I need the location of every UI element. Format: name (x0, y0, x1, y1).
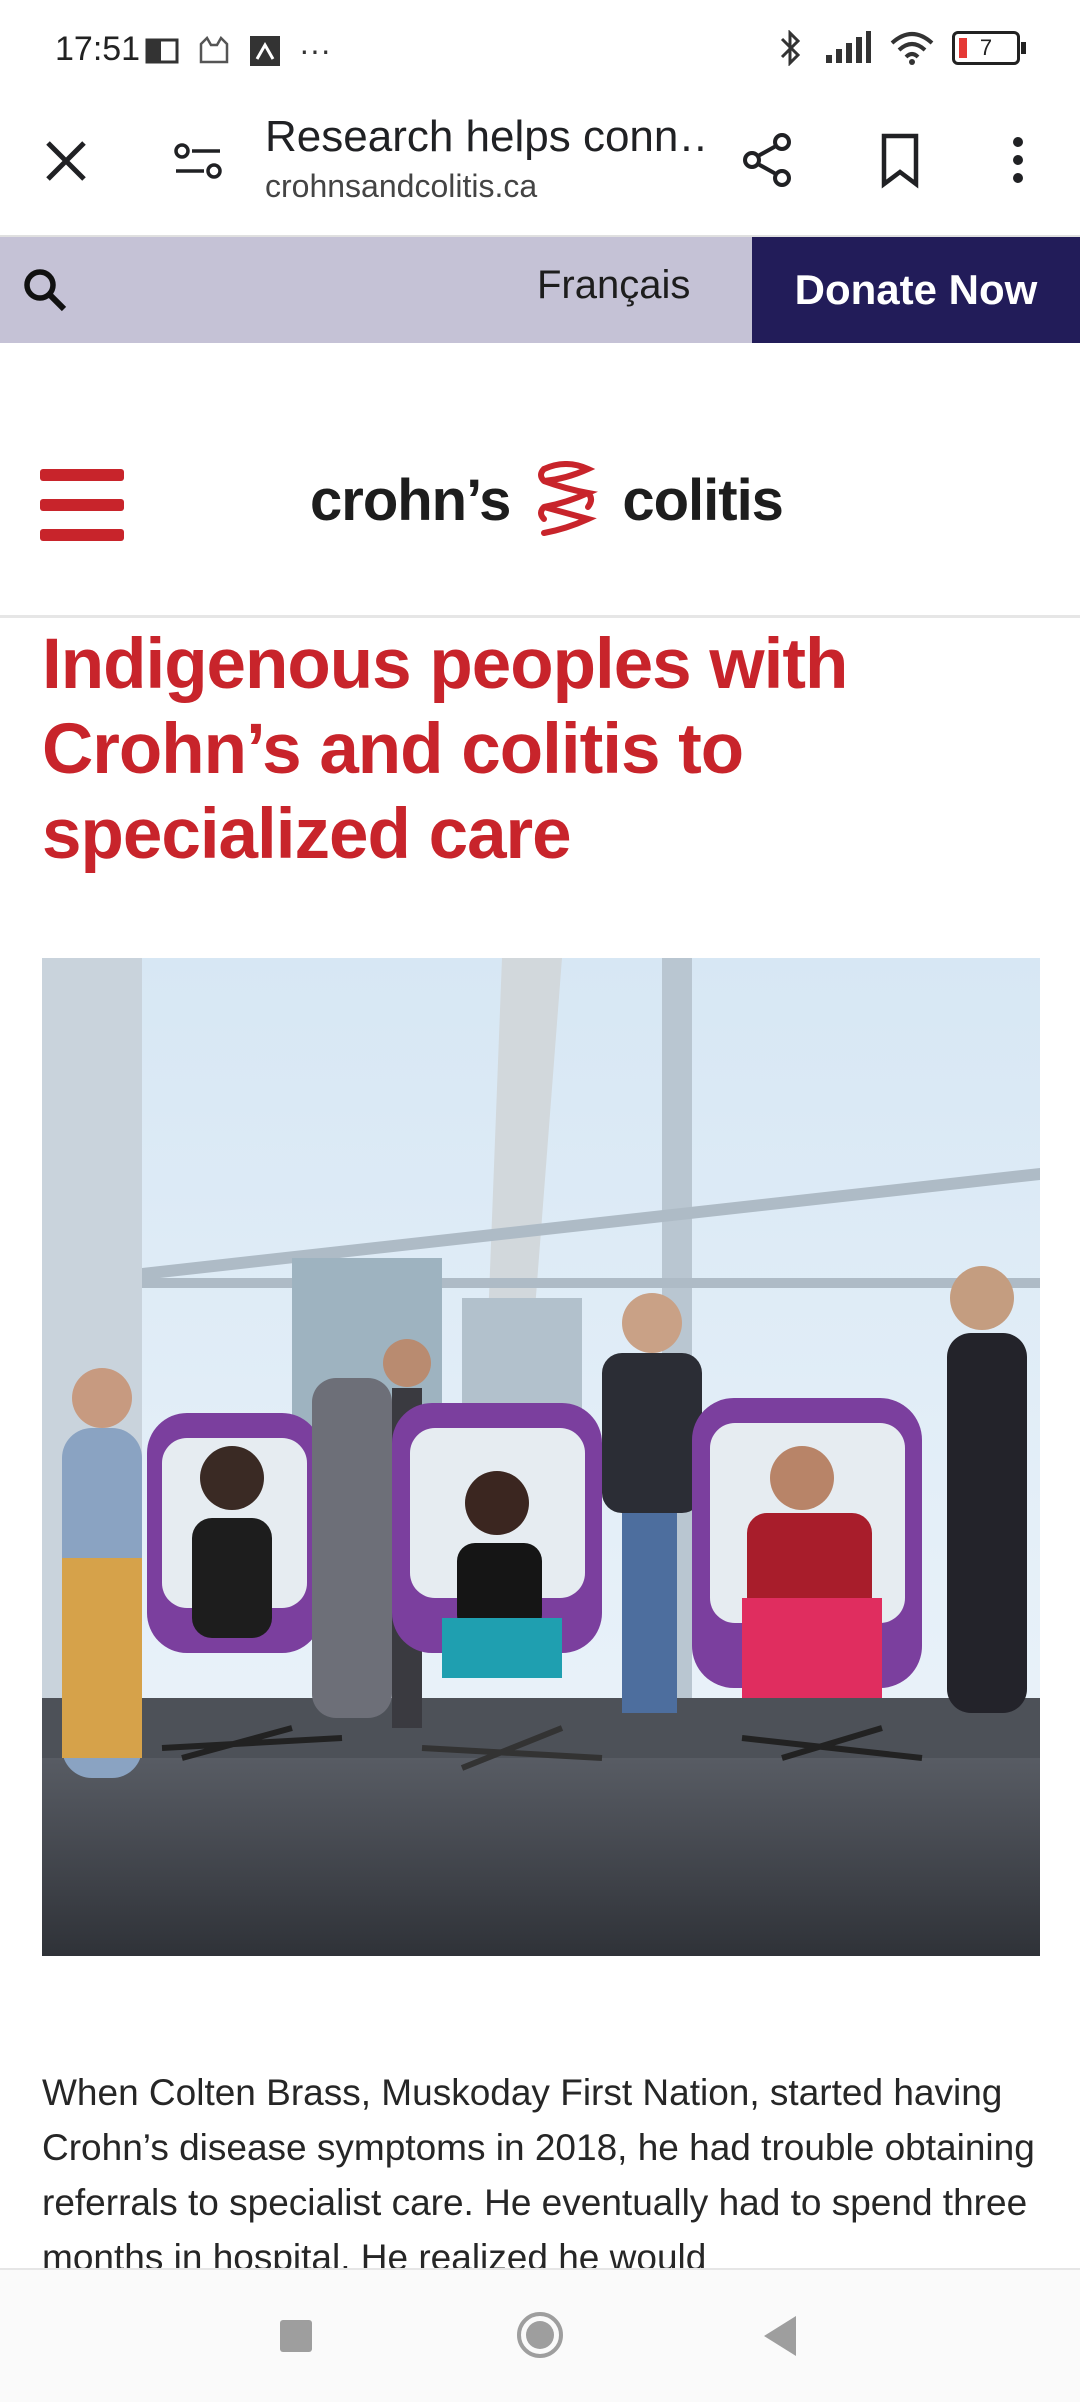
system-navigation-bar (0, 2268, 1080, 2402)
site-settings-icon[interactable] (172, 135, 224, 187)
close-tab-icon[interactable] (40, 135, 92, 187)
site-header: crohn’s colitis (0, 343, 1080, 618)
article-headline: Indigenous peoples with Crohn’s and coli… (42, 625, 848, 874)
search-icon[interactable] (18, 263, 74, 319)
battery-level: 7 (979, 35, 993, 60)
home-icon[interactable] (515, 2310, 565, 2360)
app-notification-icon (250, 35, 280, 66)
battery-icon: 7 (952, 31, 1026, 65)
status-time: 17:51 (55, 30, 141, 68)
bookmark-icon[interactable] (870, 130, 930, 190)
cat-notification-icon (199, 35, 229, 63)
recent-apps-icon[interactable] (280, 2320, 312, 2352)
donate-now-button[interactable]: Donate Now (752, 237, 1080, 343)
share-icon[interactable] (738, 130, 798, 190)
status-notification-icons: ··· (145, 32, 331, 69)
article-body-text: When Colten Brass, Muskoday First Nation… (42, 2072, 1035, 2278)
bluetooth-icon (780, 30, 801, 66)
browser-toolbar: Research helps conn… crohnsandcolitis.ca (0, 100, 1080, 237)
more-options-icon[interactable] (1000, 130, 1036, 190)
hamburger-menu-icon[interactable] (40, 469, 124, 541)
wifi-icon (890, 32, 934, 65)
page-title[interactable]: Research helps conn… (265, 112, 705, 162)
back-icon[interactable] (760, 2314, 800, 2358)
site-logo[interactable]: crohn’s colitis (310, 461, 784, 539)
page-url[interactable]: crohnsandcolitis.ca (265, 168, 537, 205)
cellular-signal-icon (826, 31, 871, 63)
logo-mark-icon (538, 461, 599, 536)
utility-bar: Français Donate Now (0, 237, 1080, 343)
outlook-notification-icon (145, 38, 179, 63)
more-notifications-icon: ··· (299, 32, 331, 68)
language-toggle-link[interactable]: Français (537, 263, 690, 308)
status-bar: 17:51 ··· 7 (0, 0, 1080, 100)
logo-text-colitis: colitis (622, 467, 784, 533)
status-system-icons: 7 (776, 30, 1026, 66)
logo-text-crohns: crohn’s (310, 467, 511, 533)
article-hero-image (42, 958, 1040, 1956)
